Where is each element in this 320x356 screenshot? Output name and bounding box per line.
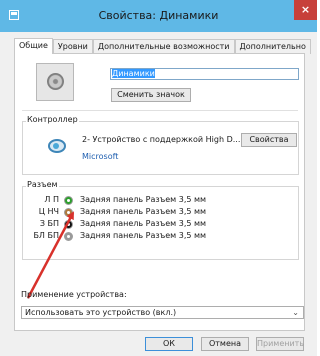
tab-general[interactable]: Общие — [14, 38, 53, 54]
apply-button[interactable]: Применить — [256, 337, 304, 351]
cancel-button[interactable]: Отмена — [201, 337, 249, 351]
device-usage-value: Использовать это устройство (вкл.) — [25, 308, 177, 317]
device-usage-select[interactable]: Использовать это устройство (вкл.) ⌄ — [21, 306, 304, 319]
ok-button[interactable]: ОК — [145, 337, 193, 351]
device-usage-label: Применение устройства: — [21, 290, 127, 299]
arrow-shaft — [26, 211, 75, 299]
chevron-down-icon: ⌄ — [292, 308, 299, 317]
